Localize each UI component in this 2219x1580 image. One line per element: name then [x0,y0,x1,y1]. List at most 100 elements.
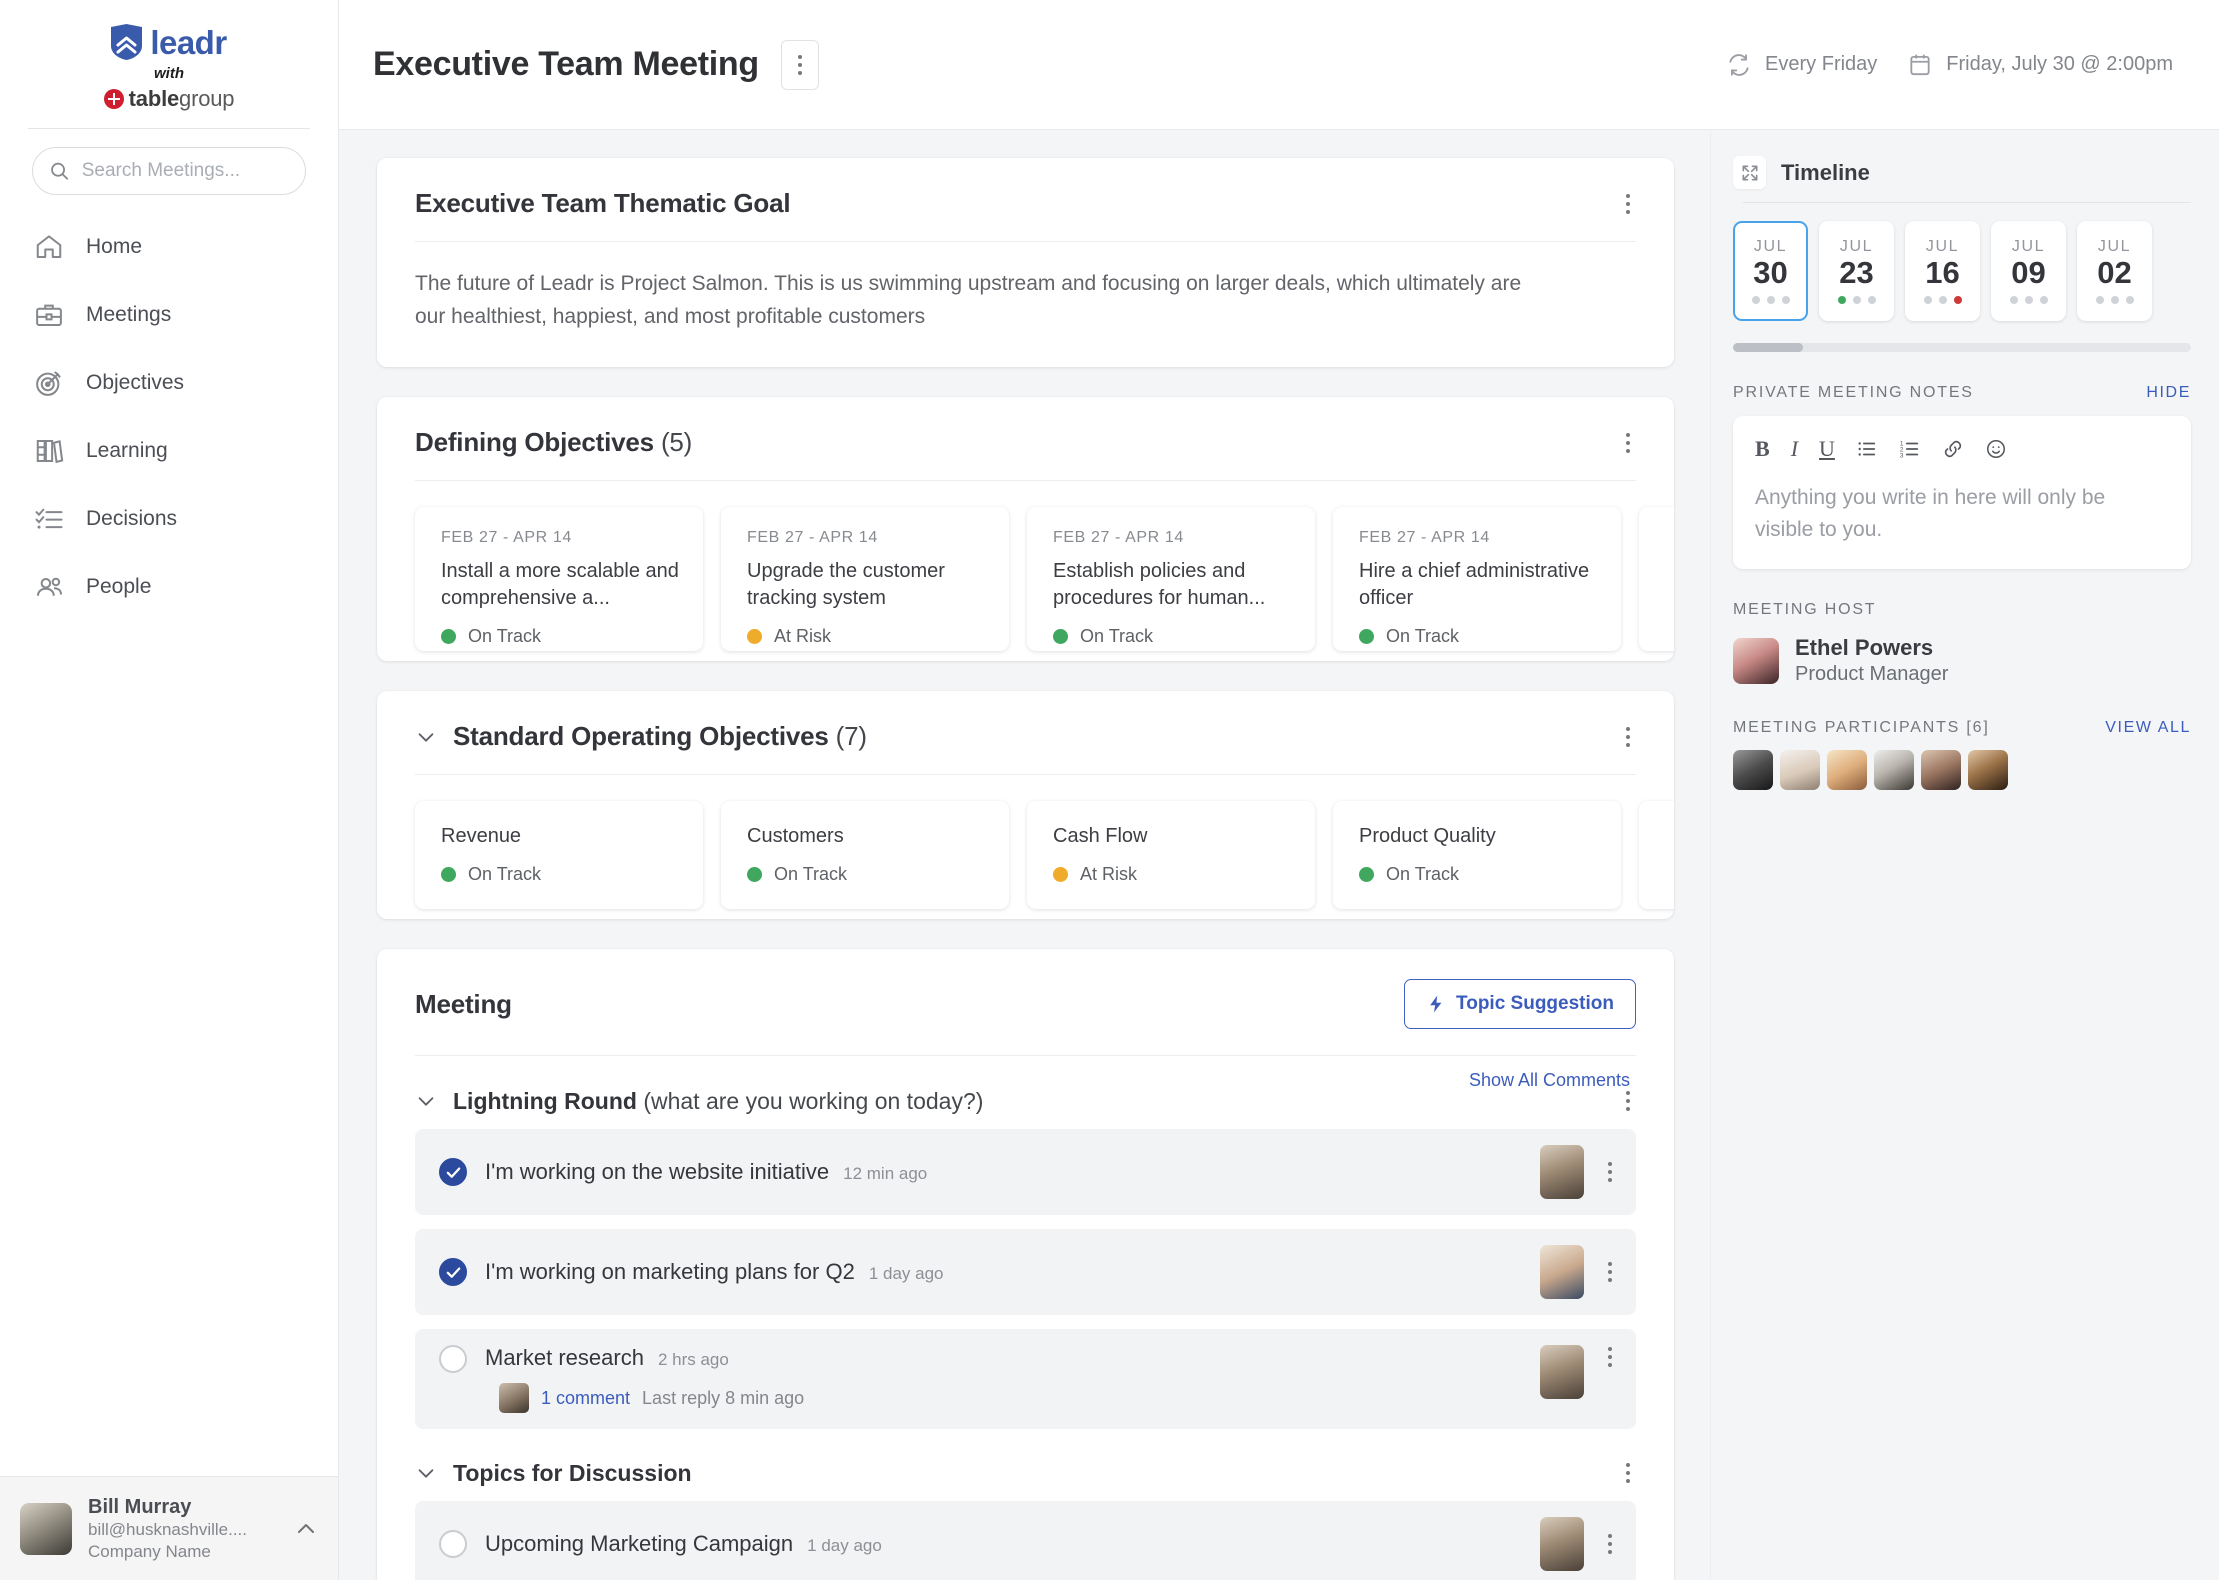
section-options-button[interactable] [1620,1459,1636,1487]
status-dot [747,629,762,645]
bold-icon[interactable]: B [1755,436,1770,462]
meeting-host[interactable]: Ethel Powers Product Manager [1733,635,2191,687]
section-title-text: Topics for Discussion [453,1459,692,1486]
standard-objectives-list[interactable]: Revenue On Track Customers On Track Cash… [377,775,1674,919]
sidebar-item-learning[interactable]: Learning [0,417,338,485]
timeline-date-chip[interactable]: JUL 16 [1905,221,1980,321]
list-item[interactable]: Market research 2 hrs ago 1 comment Last… [415,1329,1636,1430]
search-icon [51,162,69,180]
list-item-options-button[interactable] [1602,1260,1618,1284]
list-item-text: I'm working on the website initiative [485,1159,830,1185]
expand-icon[interactable] [1733,156,1766,189]
list-item[interactable]: I'm working on the website initiative 12… [415,1129,1636,1216]
numbered-list-icon[interactable]: 1 2 3 [1899,438,1921,460]
status-label: At Risk [774,626,832,647]
timeline-scrollbar[interactable] [1733,343,2191,352]
timeline-date-chip[interactable]: JUL 30 [1733,221,1808,321]
emoji-icon[interactable] [1985,438,2007,460]
table-group-wordmark: tablegroup [128,86,235,111]
list-item[interactable]: I'm working on marketing plans for Q2 1 … [415,1229,1636,1316]
thematic-goal-body: The future of Leadr is Project Salmon. T… [377,242,1674,367]
list-item[interactable]: Upcoming Marketing Campaign 1 day ago [415,1501,1636,1580]
list-item-options-button[interactable] [1602,1160,1618,1184]
leadr-shield-icon [111,24,143,60]
chevron-down-icon[interactable] [415,1090,437,1112]
sidebar-item-objectives[interactable]: Objectives [0,349,338,417]
avatar[interactable] [1733,750,1773,791]
sidebar-item-meetings[interactable]: Meetings [0,281,338,349]
defining-objectives-card: Defining Objectives (5) FEB 27 - APR 14 … [377,397,1674,662]
avatar[interactable] [1874,750,1914,791]
search-input[interactable] [81,160,289,182]
timeline-pips [2009,296,2048,305]
sidebar-label-meetings: Meetings [86,303,172,326]
timeline-date-chip[interactable]: JUL 09 [1991,221,2066,321]
defining-objectives-list[interactable]: FEB 27 - APR 14 Install a more scalable … [377,481,1674,661]
objective-tile[interactable]: FEB 27 - APR 14 Hire a chief administrat… [1333,507,1621,652]
checkbox-unchecked[interactable] [439,1530,467,1559]
topic-suggestion-button[interactable]: Topic Suggestion [1404,979,1636,1030]
objective-tile-partial[interactable] [1639,801,1674,910]
timeline-date-chip[interactable]: JUL 02 [2077,221,2152,321]
chevron-down-icon[interactable] [415,726,437,748]
underline-icon[interactable]: U [1819,436,1835,462]
meeting-host-role: Product Manager [1795,663,1949,686]
objective-status: On Track [1053,626,1291,647]
left-sidebar: leadr with tablegroup Search Meetings...… [0,0,339,1580]
section-options-button[interactable] [1620,1087,1636,1115]
sidebar-item-decisions[interactable]: Decisions [0,485,338,553]
list-item-options-button[interactable] [1602,1532,1618,1556]
hide-notes-button[interactable]: HIDE [2146,384,2191,402]
list-item-content: Upcoming Marketing Campaign 1 day ago [485,1531,1522,1557]
objective-tile[interactable]: FEB 27 - APR 14 Install a more scalable … [415,507,703,652]
defining-objectives-options-button[interactable] [1620,429,1636,457]
timeline-date-chip[interactable]: JUL 23 [1819,221,1894,321]
thematic-goal-options-button[interactable] [1620,190,1636,218]
timeline-pips [1923,296,1962,305]
objective-name: Establish policies and procedures for hu… [1053,560,1266,610]
list-item-content: I'm working on the website initiative 12… [485,1159,1522,1185]
link-icon[interactable] [1942,438,1964,460]
chevron-down-icon[interactable] [415,1462,437,1484]
meeting-host-label: MEETING HOST [1733,601,1877,618]
objective-tile[interactable]: Cash Flow At Risk [1027,801,1315,910]
sidebar-item-home[interactable]: Home [0,213,338,281]
objective-date: FEB 27 - APR 14 [1359,529,1490,547]
comment-count-link[interactable]: 1 comment [541,1388,630,1409]
table-group-mark-icon [103,89,124,109]
avatar[interactable] [1827,750,1867,791]
timeline-day: 23 [1839,254,1874,290]
checkbox-checked[interactable] [439,1158,467,1187]
avatar[interactable] [1921,750,1961,791]
objective-tile[interactable]: FEB 27 - APR 14 Establish policies and p… [1027,507,1315,652]
meeting-host-name: Ethel Powers [1795,635,1934,660]
briefcase-icon [34,300,64,330]
view-all-participants-button[interactable]: VIEW ALL [2105,719,2191,737]
objective-status: At Risk [1053,864,1291,885]
objective-tile[interactable]: Customers On Track [721,801,1009,910]
status-label: On Track [774,864,848,885]
bulleted-list-icon[interactable] [1856,438,1878,460]
main-column: Executive Team Thematic Goal The future … [339,130,1710,1580]
search-box[interactable] [32,147,306,195]
standard-objectives-options-button[interactable] [1620,723,1636,751]
checkbox-unchecked[interactable] [439,1345,467,1374]
meeting-options-button[interactable] [780,39,819,90]
checkbox-checked[interactable] [439,1258,467,1287]
avatar[interactable] [1780,750,1820,791]
status-label: On Track [1386,864,1460,885]
objective-status: On Track [441,626,679,647]
user-profile[interactable]: Bill Murray bill@husknashville.... Compa… [0,1476,338,1580]
objective-tile[interactable]: FEB 27 - APR 14 Upgrade the customer tra… [721,507,1009,652]
avatar[interactable] [1968,750,2008,791]
private-notes-editor[interactable]: B I U 1 2 3 Anything you write in here w… [1733,416,2191,569]
sidebar-label-home: Home [86,235,143,258]
sidebar-item-people[interactable]: People [0,553,338,621]
objective-tile[interactable]: Revenue On Track [415,801,703,910]
italic-icon[interactable]: I [1791,436,1798,462]
chevron-up-icon[interactable] [294,1517,318,1541]
meeting-card-header: Meeting Topic Suggestion [377,949,1674,1030]
list-item-options-button[interactable] [1602,1345,1618,1369]
objective-tile[interactable]: Product Quality On Track [1333,801,1621,910]
objective-tile-partial[interactable] [1639,507,1674,652]
